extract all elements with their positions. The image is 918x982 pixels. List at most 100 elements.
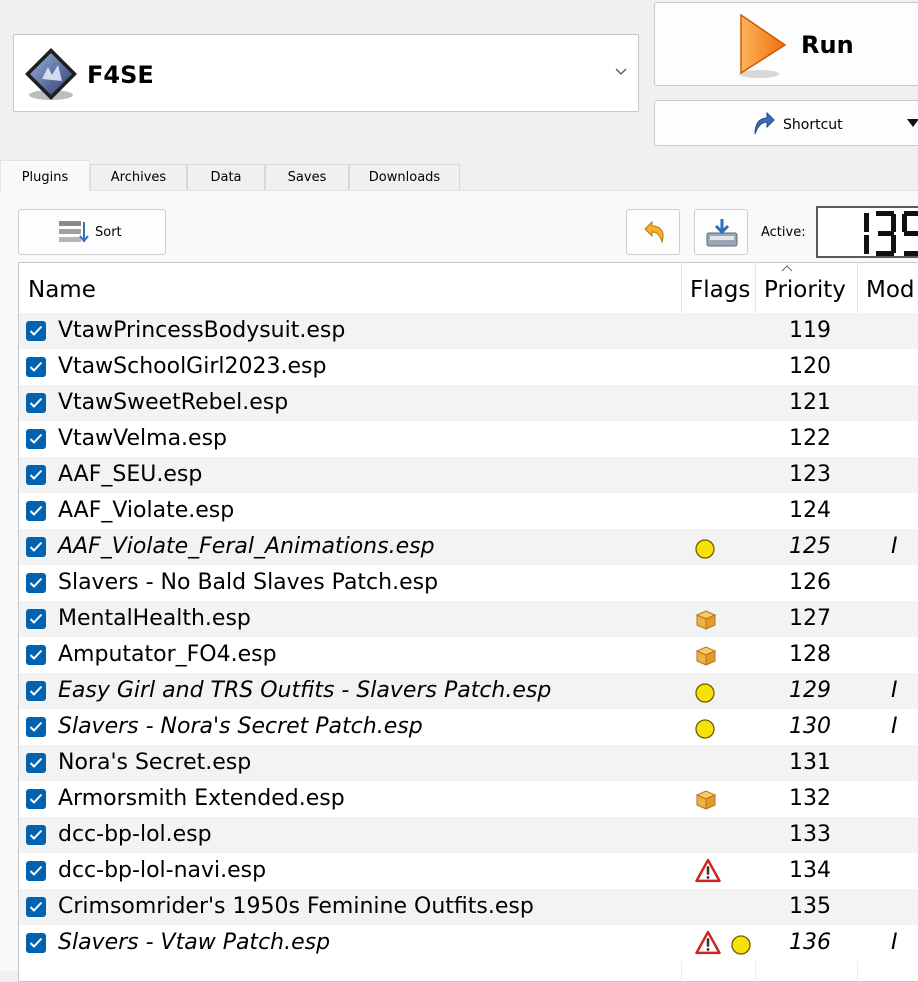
plugin-name: Nora's Secret.esp xyxy=(58,750,252,775)
plugin-mod: I xyxy=(891,714,898,739)
executable-select[interactable]: F4SE xyxy=(13,34,639,112)
checkmark-icon xyxy=(29,937,43,948)
enable-checkbox[interactable] xyxy=(26,897,46,917)
plugin-flags xyxy=(691,714,761,742)
plugin-flags xyxy=(691,498,761,526)
plugin-priority: 134 xyxy=(789,858,831,883)
active-count-label: Active: xyxy=(761,225,806,240)
enable-checkbox[interactable] xyxy=(26,609,46,629)
light-plugin-icon xyxy=(695,719,715,739)
plugin-flags xyxy=(691,570,761,598)
shortcut-button[interactable]: Shortcut xyxy=(654,100,918,146)
plugin-rows: VtawPrincessBodysuit.esp 119 VtawSchoolGir… xyxy=(19,313,918,961)
archive-box-icon xyxy=(695,790,717,810)
plugin-priority: 123 xyxy=(789,462,831,487)
enable-checkbox[interactable] xyxy=(26,501,46,521)
enable-checkbox[interactable] xyxy=(26,393,46,413)
enable-checkbox[interactable] xyxy=(26,537,46,557)
lcd-digits xyxy=(864,211,918,256)
plugin-name: VtawSweetRebel.esp xyxy=(58,390,289,415)
plugin-flags xyxy=(691,534,761,562)
enable-checkbox[interactable] xyxy=(26,645,46,665)
checkmark-icon xyxy=(29,433,43,444)
sort-label: Sort xyxy=(95,225,122,240)
table-row[interactable]: Slavers - Vtaw Patch.esp 136 I xyxy=(19,925,918,961)
create-backup-button[interactable] xyxy=(694,209,748,255)
table-row[interactable]: dcc-bp-lol.esp 133 xyxy=(19,817,918,853)
table-row[interactable]: Slavers - No Bald Slaves Patch.esp 126 xyxy=(19,565,918,601)
enable-checkbox[interactable] xyxy=(26,861,46,881)
plugin-priority: 132 xyxy=(789,786,831,811)
column-priority[interactable]: Priority xyxy=(755,263,858,313)
tab-data[interactable]: Data xyxy=(187,164,265,190)
plugin-name: Armorsmith Extended.esp xyxy=(58,786,345,811)
plugin-mod: I xyxy=(891,930,898,955)
enable-checkbox[interactable] xyxy=(26,825,46,845)
enable-checkbox[interactable] xyxy=(26,321,46,341)
plugin-priority: 131 xyxy=(789,750,831,775)
active-count-display: 139 xyxy=(816,206,918,258)
dropdown-arrow-icon[interactable] xyxy=(907,119,918,127)
table-row[interactable]: Nora's Secret.esp 131 xyxy=(19,745,918,781)
enable-checkbox[interactable] xyxy=(26,933,46,953)
tab-archives[interactable]: Archives xyxy=(90,164,187,190)
table-row[interactable]: MentalHealth.esp 127 xyxy=(19,601,918,637)
plugin-list[interactable]: Name Flags Priority Mod VtawPrincessBody… xyxy=(18,262,918,982)
shortcut-label: Shortcut xyxy=(783,117,843,133)
plugin-flags xyxy=(691,786,761,814)
checkmark-icon xyxy=(29,649,43,660)
plugin-flags xyxy=(691,318,761,346)
table-row[interactable]: Amputator_FO4.esp 128 xyxy=(19,637,918,673)
restore-backup-button[interactable] xyxy=(626,209,680,255)
plugin-flags xyxy=(691,390,761,418)
table-row[interactable]: AAF_Violate.esp 124 xyxy=(19,493,918,529)
table-row[interactable]: Crimsomrider's 1950s Feminine Outfits.es… xyxy=(19,889,918,925)
plugin-name: Crimsomrider's 1950s Feminine Outfits.es… xyxy=(58,894,534,919)
table-row[interactable]: dcc-bp-lol-navi.esp 134 xyxy=(19,853,918,889)
run-button[interactable]: Run xyxy=(654,2,918,86)
light-plugin-icon xyxy=(731,935,751,955)
plugin-name: Easy Girl and TRS Outfits - Slavers Patc… xyxy=(58,678,552,703)
table-row[interactable]: VtawVelma.esp 122 xyxy=(19,421,918,457)
column-name[interactable]: Name xyxy=(19,263,682,313)
enable-checkbox[interactable] xyxy=(26,789,46,809)
column-flags[interactable]: Flags xyxy=(681,263,756,313)
checkmark-icon xyxy=(29,505,43,516)
tab-downloads[interactable]: Downloads xyxy=(349,164,460,190)
sort-button[interactable]: Sort xyxy=(18,209,166,255)
light-plugin-icon xyxy=(695,683,715,703)
enable-checkbox[interactable] xyxy=(26,465,46,485)
table-row[interactable]: VtawSchoolGirl2023.esp 120 xyxy=(19,349,918,385)
shortcut-arrow-icon xyxy=(754,111,775,135)
f4se-logo-icon xyxy=(25,48,77,100)
plugin-flags xyxy=(691,462,761,490)
enable-checkbox[interactable] xyxy=(26,681,46,701)
table-row[interactable]: Armorsmith Extended.esp 132 xyxy=(19,781,918,817)
enable-checkbox[interactable] xyxy=(26,357,46,377)
table-row[interactable]: VtawSweetRebel.esp 121 xyxy=(19,385,918,421)
tab-saves[interactable]: Saves xyxy=(265,164,349,190)
column-mod[interactable]: Mod xyxy=(857,263,918,313)
table-row[interactable]: Slavers - Nora's Secret Patch.esp 130 I xyxy=(19,709,918,745)
table-row[interactable]: AAF_SEU.esp 123 xyxy=(19,457,918,493)
tab-plugins[interactable]: Plugins xyxy=(0,160,90,191)
plugin-name: MentalHealth.esp xyxy=(58,606,251,631)
plugin-priority: 119 xyxy=(789,318,831,343)
chevron-down-icon[interactable] xyxy=(614,65,628,79)
plugin-priority: 128 xyxy=(789,642,831,667)
checkmark-icon xyxy=(29,577,43,588)
plugin-name: Slavers - Vtaw Patch.esp xyxy=(58,930,331,955)
enable-checkbox[interactable] xyxy=(26,573,46,593)
table-row[interactable]: Easy Girl and TRS Outfits - Slavers Patc… xyxy=(19,673,918,709)
plugin-name: AAF_Violate_Feral_Animations.esp xyxy=(58,534,435,559)
plugin-priority: 136 xyxy=(789,930,831,955)
checkmark-icon xyxy=(29,397,43,408)
table-row[interactable]: AAF_Violate_Feral_Animations.esp 125 I xyxy=(19,529,918,565)
plugin-name: Amputator_FO4.esp xyxy=(58,642,277,667)
enable-checkbox[interactable] xyxy=(26,717,46,737)
enable-checkbox[interactable] xyxy=(26,753,46,773)
warning-icon xyxy=(695,859,721,883)
table-row[interactable]: VtawPrincessBodysuit.esp 119 xyxy=(19,313,918,349)
enable-checkbox[interactable] xyxy=(26,429,46,449)
light-plugin-icon xyxy=(695,539,715,559)
